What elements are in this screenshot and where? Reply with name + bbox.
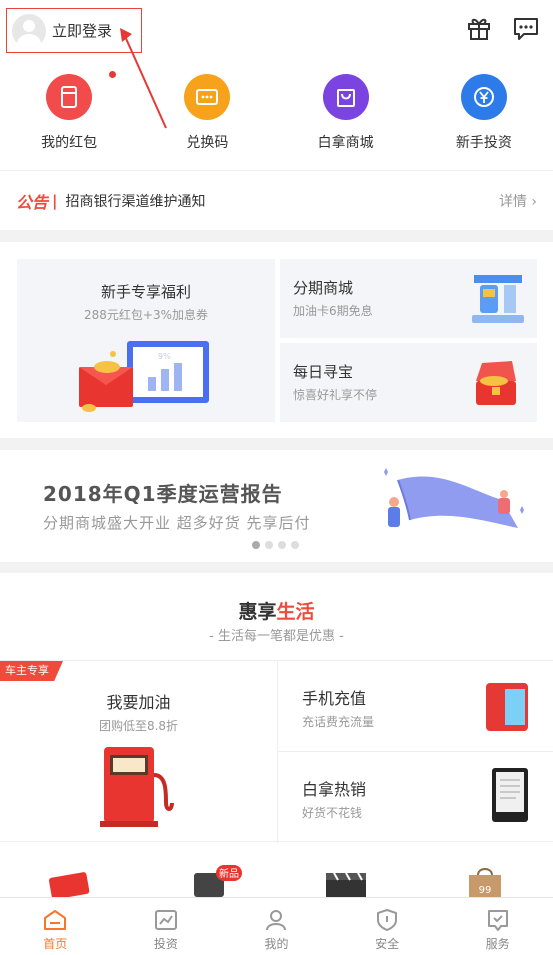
- tab-home[interactable]: 首页: [0, 898, 111, 955]
- message-icon[interactable]: [512, 14, 540, 42]
- life-grid: 车主专享 我要加油 团购低至8.8折 手机充值 充话费充流量 白拿热销 好货不花…: [0, 660, 553, 843]
- card-title: 每日寻宝: [293, 363, 354, 381]
- notice-text: 招商银行渠道维护通知: [65, 193, 206, 210]
- yuan-icon: [460, 74, 507, 120]
- card-title: 白拿热销: [302, 780, 367, 799]
- card-subtitle: 288元红包+3%加息券: [84, 308, 208, 322]
- card-title: 手机充值: [302, 689, 367, 708]
- red-packet-icon: [46, 74, 93, 120]
- svg-text:9%: 9%: [158, 352, 171, 361]
- quick-label: 白拿商城: [317, 135, 374, 151]
- pointer-arrow: [120, 28, 167, 129]
- fuel-card[interactable]: 车主专享 我要加油 团购低至8.8折: [0, 661, 277, 843]
- carousel-dot[interactable]: [278, 541, 286, 549]
- banner-title: 2018年Q1季度运营报告: [43, 482, 283, 506]
- card-product-icon[interactable]: [48, 869, 94, 897]
- tab-invest[interactable]: 投资: [111, 898, 222, 955]
- tab-label: 服务: [485, 937, 510, 951]
- notice-tag: 公告: [16, 192, 49, 212]
- card-title: 我要加油: [106, 693, 171, 712]
- quick-item-newbie-invest[interactable]: 新手投资: [415, 60, 553, 170]
- avatar: [12, 13, 46, 48]
- code-icon: [184, 74, 231, 120]
- carousel-dot[interactable]: [265, 541, 273, 549]
- smartphone-illustration: [486, 683, 528, 731]
- tab-label: 安全: [375, 937, 400, 951]
- tab-security[interactable]: 安全: [332, 898, 443, 955]
- carousel-dot[interactable]: [291, 541, 299, 549]
- quick-label: 新手投资: [455, 135, 512, 151]
- bottom-tab-bar: 首页 投资 我的 安全 服务: [0, 897, 553, 955]
- card-title: 新手专享福利: [100, 283, 191, 301]
- installment-mall-card[interactable]: 分期商城 加油卡6期免息: [280, 259, 537, 338]
- ereader-illustration: [492, 768, 528, 822]
- card-subtitle: 加油卡6期免息: [293, 304, 373, 318]
- tab-label: 投资: [153, 937, 178, 951]
- report-scroll-illustration: [384, 468, 524, 528]
- quick-item-mall[interactable]: 白拿商城: [277, 60, 415, 170]
- card-subtitle: 团购低至8.8折: [98, 719, 179, 733]
- gift-icon[interactable]: [465, 14, 493, 42]
- owner-exclusive-badge: 车主专享: [0, 661, 63, 681]
- svg-text:99: 99: [479, 885, 492, 896]
- section-title: 惠享生活: [238, 601, 315, 623]
- banner-subtitle: 分期商城盛大开业 超多好货 先享后付: [43, 514, 311, 532]
- promo-section: 新手专享福利 288元红包+3%加息券 9% 分期商城 加油卡6期免息 每日寻宝…: [0, 242, 553, 438]
- carousel-dots[interactable]: [252, 541, 299, 549]
- treasure-chest-illustration: [476, 361, 516, 405]
- card-subtitle: 好货不花钱: [302, 806, 363, 820]
- daily-treasure-card[interactable]: 每日寻宝 惊喜好礼享不停: [280, 343, 537, 422]
- user-icon: [266, 910, 287, 931]
- card-subtitle: 充话费充流量: [302, 715, 375, 729]
- indicator-dot: [109, 71, 116, 78]
- tab-label: 我的: [264, 937, 289, 951]
- quick-label: 我的红包: [41, 135, 98, 151]
- newbie-welfare-card[interactable]: 新手专享福利 288元红包+3%加息券 9%: [17, 259, 275, 422]
- life-section: 惠享生活 - 生活每一笔都是优惠 - 车主专享 我要加油 团购低至8.8折 手机…: [0, 573, 553, 897]
- red-envelope-chart-illustration: 9%: [79, 341, 209, 412]
- mobile-recharge-card[interactable]: 手机充值 充话费充流量: [278, 661, 553, 751]
- card-subtitle: 惊喜好礼享不停: [293, 388, 378, 402]
- notice-more-link[interactable]: 详情 ›: [499, 191, 537, 211]
- rice-cooker-product-icon[interactable]: 新品: [190, 863, 244, 897]
- login-label: 立即登录: [52, 22, 113, 40]
- header: 立即登录: [0, 0, 553, 60]
- quick-label: 兑换码: [186, 135, 229, 151]
- tab-mine[interactable]: 我的: [221, 898, 332, 955]
- tab-service[interactable]: 服务: [442, 898, 553, 955]
- chart-icon: [154, 910, 177, 930]
- home-icon: [44, 910, 67, 930]
- shopping-bag-icon: [322, 74, 369, 120]
- notice-divider: |: [52, 191, 58, 210]
- shopping-bag-product-icon[interactable]: 99: [466, 867, 504, 897]
- shield-icon: [377, 909, 398, 931]
- notice-bar[interactable]: 公告 | 招商银行渠道维护通知 详情 ›: [0, 170, 553, 230]
- new-badge: 新品: [219, 867, 239, 880]
- carousel-dot[interactable]: [252, 541, 260, 549]
- fuel-pump-illustration: [100, 747, 174, 827]
- gas-station-illustration: [472, 275, 524, 323]
- report-banner[interactable]: 2018年Q1季度运营报告 分期商城盛大开业 超多好货 先享后付: [0, 450, 553, 562]
- service-icon: [487, 910, 508, 931]
- card-title: 分期商城: [293, 279, 354, 297]
- hot-sale-card[interactable]: 白拿热销 好货不花钱: [278, 752, 553, 843]
- section-subtitle: - 生活每一笔都是优惠 -: [209, 629, 344, 644]
- quick-links: 我的红包 兑换码 白拿商城 新手投资: [0, 60, 553, 170]
- tab-label: 首页: [43, 937, 68, 951]
- movie-clapper-product-icon[interactable]: [324, 873, 368, 897]
